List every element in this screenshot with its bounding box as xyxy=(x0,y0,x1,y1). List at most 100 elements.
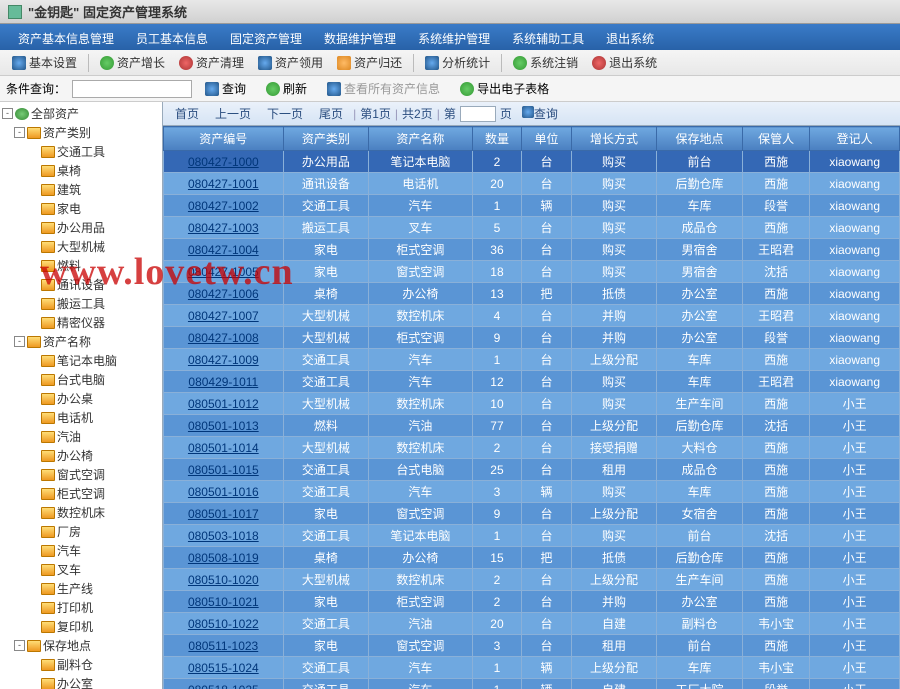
asset-id-link[interactable]: 080427-1001 xyxy=(164,173,284,195)
tree-node[interactable]: 窗式空调 xyxy=(0,465,162,484)
table-row[interactable]: 080427-1000办公用品笔记本电脑2台购买前台西施xiaowang xyxy=(164,151,900,173)
column-header[interactable]: 保存地点 xyxy=(657,127,743,151)
export-button[interactable]: 导出电子表格 xyxy=(453,78,556,99)
column-header[interactable]: 资产类别 xyxy=(283,127,369,151)
asset-id-link[interactable]: 080510-1022 xyxy=(164,613,284,635)
view-all-button[interactable]: 查看所有资产信息 xyxy=(320,78,447,99)
tree-node[interactable]: 叉车 xyxy=(0,560,162,579)
asset-id-link[interactable]: 080508-1019 xyxy=(164,547,284,569)
tree-node[interactable]: 燃料 xyxy=(0,256,162,275)
asset-id-link[interactable]: 080501-1017 xyxy=(164,503,284,525)
tree-node[interactable]: 汽油 xyxy=(0,427,162,446)
tree-node[interactable]: 家电 xyxy=(0,199,162,218)
column-header[interactable]: 登记人 xyxy=(810,127,900,151)
asset-id-link[interactable]: 080429-1011 xyxy=(164,371,284,393)
tree-node[interactable]: 通讯设备 xyxy=(0,275,162,294)
tree-node[interactable]: 柜式空调 xyxy=(0,484,162,503)
asset-id-link[interactable]: 080511-1023 xyxy=(164,635,284,657)
asset-id-link[interactable]: 080501-1015 xyxy=(164,459,284,481)
column-header[interactable]: 资产名称 xyxy=(369,127,473,151)
tree-panel[interactable]: -全部资产-资产类别交通工具桌椅建筑家电办公用品大型机械燃料通讯设备搬运工具精密… xyxy=(0,102,163,689)
menu-item-0[interactable]: 资产基本信息管理 xyxy=(8,28,124,46)
table-row[interactable]: 080427-1007大型机械数控机床4台并购办公室王昭君xiaowang xyxy=(164,305,900,327)
pager-last[interactable]: 尾页 xyxy=(313,104,349,123)
filter-input[interactable] xyxy=(72,80,192,98)
tree-node[interactable]: 电话机 xyxy=(0,408,162,427)
asset-id-link[interactable]: 080427-1000 xyxy=(164,151,284,173)
column-header[interactable]: 资产编号 xyxy=(164,127,284,151)
toolbar-exit[interactable]: 退出系统 xyxy=(586,52,663,73)
toolbar-asset-add[interactable]: 资产增长 xyxy=(94,52,171,73)
tree-node[interactable]: -全部资产 xyxy=(0,104,162,123)
toolbar-logout[interactable]: 系统注销 xyxy=(507,52,584,73)
asset-id-link[interactable]: 080427-1003 xyxy=(164,217,284,239)
pager-next[interactable]: 下一页 xyxy=(261,104,309,123)
toolbar-statistics[interactable]: 分析统计 xyxy=(419,52,496,73)
asset-id-link[interactable]: 080510-1020 xyxy=(164,569,284,591)
asset-id-link[interactable]: 080427-1005 xyxy=(164,261,284,283)
table-row[interactable]: 080503-1018交通工具笔记本电脑1台购买前台沈括小王 xyxy=(164,525,900,547)
collapse-icon[interactable]: - xyxy=(14,127,25,138)
table-row[interactable]: 080501-1012大型机械数控机床10台购买生产车间西施小王 xyxy=(164,393,900,415)
tree-node[interactable]: 搬运工具 xyxy=(0,294,162,313)
collapse-icon[interactable]: - xyxy=(14,336,25,347)
tree-node[interactable]: 桌椅 xyxy=(0,161,162,180)
toolbar-asset-return[interactable]: 资产归还 xyxy=(331,52,408,73)
tree-node[interactable]: 副料仓 xyxy=(0,655,162,674)
menu-item-2[interactable]: 固定资产管理 xyxy=(220,28,312,46)
menu-item-5[interactable]: 系统辅助工具 xyxy=(502,28,594,46)
asset-id-link[interactable]: 080510-1021 xyxy=(164,591,284,613)
table-row[interactable]: 080427-1005家电窗式空调18台购买男宿舍沈括xiaowang xyxy=(164,261,900,283)
tree-node[interactable]: 建筑 xyxy=(0,180,162,199)
tree-node[interactable]: 打印机 xyxy=(0,598,162,617)
toolbar-basic-settings[interactable]: 基本设置 xyxy=(6,52,83,73)
asset-id-link[interactable]: 080515-1024 xyxy=(164,657,284,679)
table-row[interactable]: 080515-1024交通工具汽车1辆上级分配车库韦小宝小王 xyxy=(164,657,900,679)
tree-node[interactable]: 精密仪器 xyxy=(0,313,162,332)
pager-query[interactable]: 查询 xyxy=(516,104,564,123)
pager-prev[interactable]: 上一页 xyxy=(209,104,257,123)
table-row[interactable]: 080427-1008大型机械柜式空调9台并购办公室段誉xiaowang xyxy=(164,327,900,349)
query-button[interactable]: 查询 xyxy=(198,78,253,99)
table-row[interactable]: 080501-1015交通工具台式电脑25台租用成品仓西施小王 xyxy=(164,459,900,481)
asset-id-link[interactable]: 080427-1008 xyxy=(164,327,284,349)
asset-id-link[interactable]: 080427-1002 xyxy=(164,195,284,217)
asset-id-link[interactable]: 080427-1004 xyxy=(164,239,284,261)
table-row[interactable]: 080427-1006桌椅办公椅13把抵债办公室西施xiaowang xyxy=(164,283,900,305)
refresh-button[interactable]: 刷新 xyxy=(259,78,314,99)
tree-node[interactable]: 笔记本电脑 xyxy=(0,351,162,370)
tree-node[interactable]: -资产类别 xyxy=(0,123,162,142)
tree-node[interactable]: 厂房 xyxy=(0,522,162,541)
grid-scroll[interactable]: 资产编号资产类别资产名称数量单位增长方式保存地点保管人登记人 080427-10… xyxy=(163,126,900,689)
menu-item-6[interactable]: 退出系统 xyxy=(596,28,664,46)
menu-item-3[interactable]: 数据维护管理 xyxy=(314,28,406,46)
asset-id-link[interactable]: 080427-1006 xyxy=(164,283,284,305)
table-row[interactable]: 080508-1019桌椅办公椅15把抵债后勤仓库西施小王 xyxy=(164,547,900,569)
tree-node[interactable]: 办公用品 xyxy=(0,218,162,237)
table-row[interactable]: 080518-1025交通工具汽车1辆自建工厂大院段誉小王 xyxy=(164,679,900,689)
tree-node[interactable]: 大型机械 xyxy=(0,237,162,256)
asset-id-link[interactable]: 080501-1014 xyxy=(164,437,284,459)
table-row[interactable]: 080510-1021家电柜式空调2台并购办公室西施小王 xyxy=(164,591,900,613)
menu-item-1[interactable]: 员工基本信息 xyxy=(126,28,218,46)
table-row[interactable]: 080501-1017家电窗式空调9台上级分配女宿舍西施小王 xyxy=(164,503,900,525)
table-row[interactable]: 080427-1004家电柜式空调36台购买男宿舍王昭君xiaowang xyxy=(164,239,900,261)
tree-node[interactable]: 汽车 xyxy=(0,541,162,560)
tree-node[interactable]: -资产名称 xyxy=(0,332,162,351)
table-row[interactable]: 080501-1014大型机械数控机床2台接受捐赠大料仓西施小王 xyxy=(164,437,900,459)
tree-node[interactable]: -保存地点 xyxy=(0,636,162,655)
tree-node[interactable]: 生产线 xyxy=(0,579,162,598)
table-row[interactable]: 080427-1003搬运工具叉车5台购买成品仓西施xiaowang xyxy=(164,217,900,239)
asset-id-link[interactable]: 080427-1007 xyxy=(164,305,284,327)
toolbar-asset-clear[interactable]: 资产清理 xyxy=(173,52,250,73)
table-row[interactable]: 080427-1002交通工具汽车1辆购买车库段誉xiaowang xyxy=(164,195,900,217)
menu-item-4[interactable]: 系统维护管理 xyxy=(408,28,500,46)
table-row[interactable]: 080510-1020大型机械数控机床2台上级分配生产车间西施小王 xyxy=(164,569,900,591)
tree-node[interactable]: 台式电脑 xyxy=(0,370,162,389)
asset-id-link[interactable]: 080501-1016 xyxy=(164,481,284,503)
collapse-icon[interactable]: - xyxy=(14,640,25,651)
table-row[interactable]: 080501-1013燃料汽油77台上级分配后勤仓库沈括小王 xyxy=(164,415,900,437)
pager-goto-input[interactable] xyxy=(460,106,496,122)
tree-node[interactable]: 办公桌 xyxy=(0,389,162,408)
table-row[interactable]: 080501-1016交通工具汽车3辆购买车库西施小王 xyxy=(164,481,900,503)
